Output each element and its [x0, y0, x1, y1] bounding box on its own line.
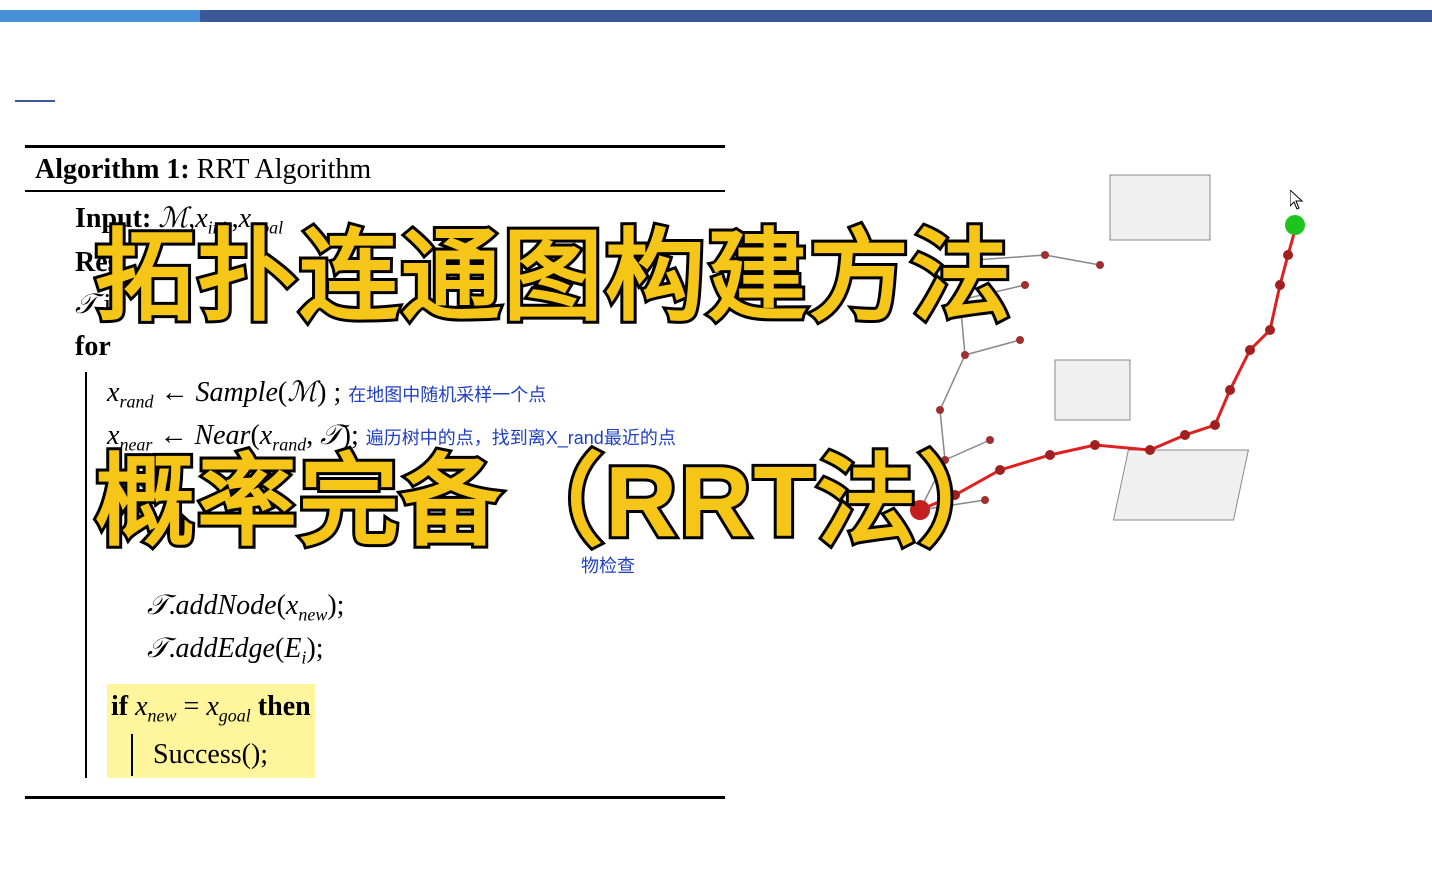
divider-small: [15, 100, 55, 102]
algorithm-title: Algorithm 1: RRT Algorithm: [25, 150, 725, 190]
if-keyword: if: [111, 691, 128, 722]
overlay-title-1: 拓扑连通图构建方法: [95, 195, 1013, 340]
then-keyword: then: [258, 691, 311, 722]
overlay-title-2: 概率完备（RRT法）: [95, 420, 1021, 565]
algo-name: RRT Algorithm: [197, 154, 371, 185]
success-call: Success();: [153, 739, 268, 770]
algo-header: Algorithm 1:: [35, 154, 190, 185]
top-bar-progress: [0, 10, 200, 22]
cursor-icon: [1290, 190, 1306, 215]
if-highlight: if xnew = xgoal then Success();: [107, 684, 315, 778]
comment-sample: 在地图中随机采样一个点: [348, 385, 546, 405]
top-bar: [0, 10, 1432, 22]
